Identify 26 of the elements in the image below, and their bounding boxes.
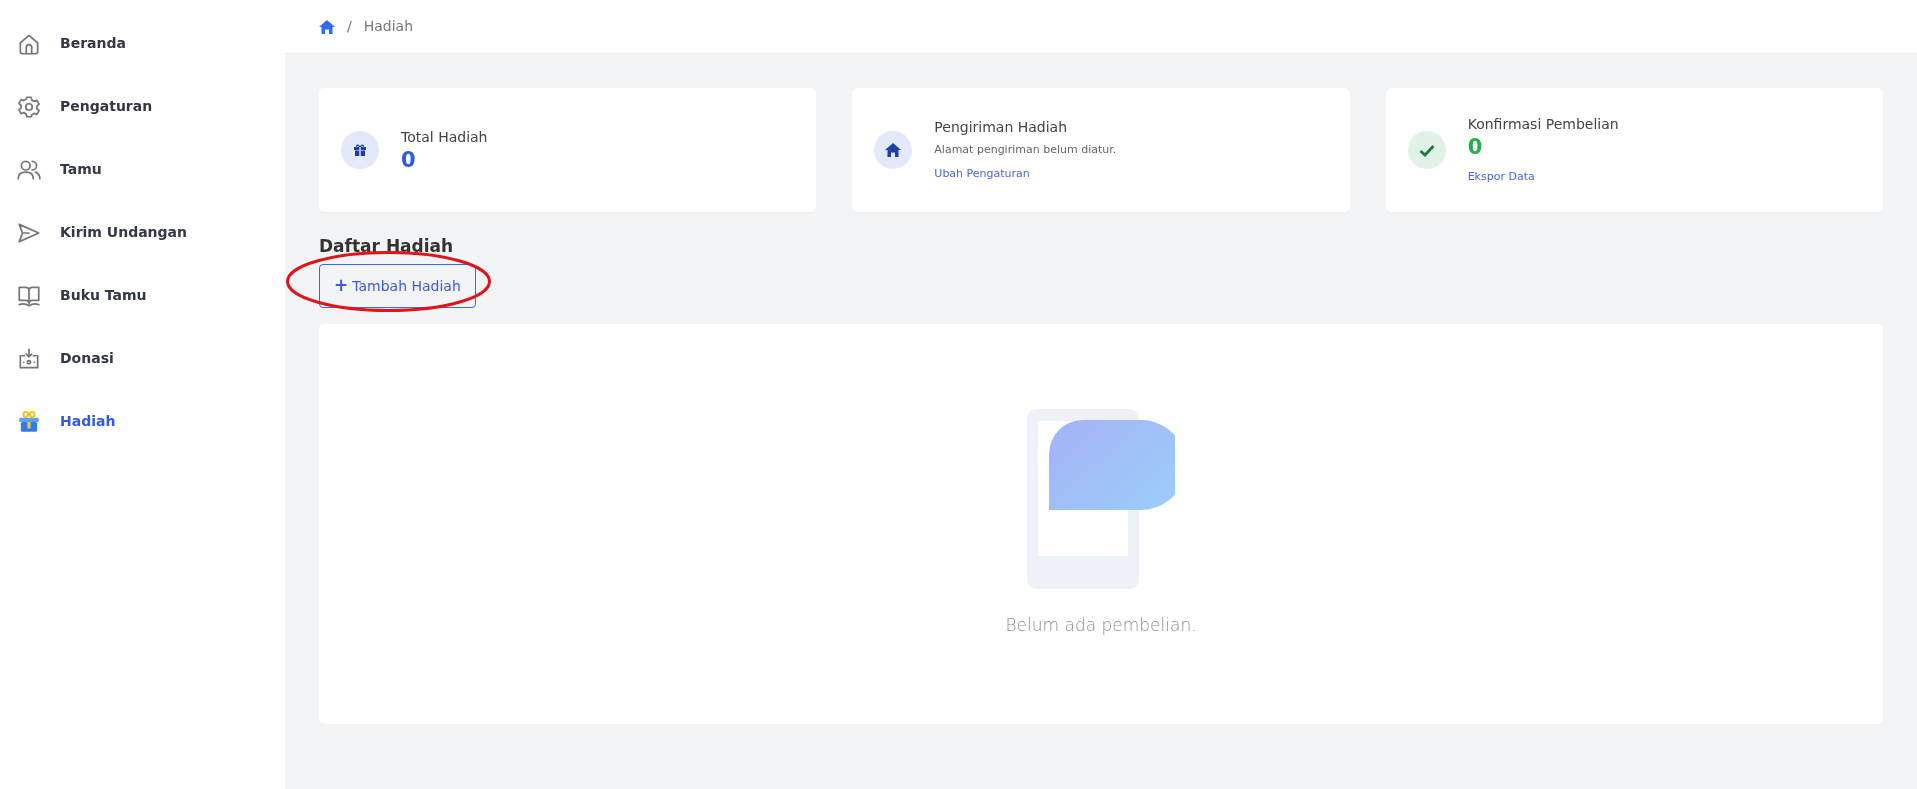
stat-value: 0 [1467,135,1484,161]
home-icon [885,143,902,157]
sidebar-item[interactable]: Donasi [0,327,285,390]
stat-title: Total Hadiah [401,127,488,147]
sidebar-item[interactable]: Tamu [0,138,285,201]
sidebar-item[interactable]: Hadiah [0,390,285,453]
sidebar-item[interactable]: Buku Tamu [0,264,285,327]
sidebar-item[interactable]: Pengaturan [0,75,285,138]
stat-link[interactable]: Ekspor Data [1467,168,1535,186]
check-icon [1418,143,1435,157]
add-gift-button[interactable]: + Tambah Hadiah [319,264,476,308]
sidebar-item[interactable]: Kirim Undangan [0,201,285,264]
stat-value: 0 [401,147,417,174]
stat-title: Pengiriman Hadiah [934,117,1069,137]
gear-icon [16,93,42,120]
empty-message: Belum ada pembelian. [1005,614,1197,638]
stat-note: Alamat pengiriman belum diatur. [934,141,1117,158]
gift-icon [353,143,367,157]
section-title: Daftar Hadiah [319,236,455,257]
stat-title: Konfirmasi Pembelian [1467,115,1619,135]
home-icon[interactable] [319,19,335,34]
sidebar-item[interactable]: Beranda [0,12,285,75]
stat-link[interactable]: Ubah Pengaturan [934,166,1030,183]
breadcrumb-current: Hadiah [363,17,414,36]
breadcrumb-separator: / [347,17,352,36]
gift-icon [16,408,42,435]
